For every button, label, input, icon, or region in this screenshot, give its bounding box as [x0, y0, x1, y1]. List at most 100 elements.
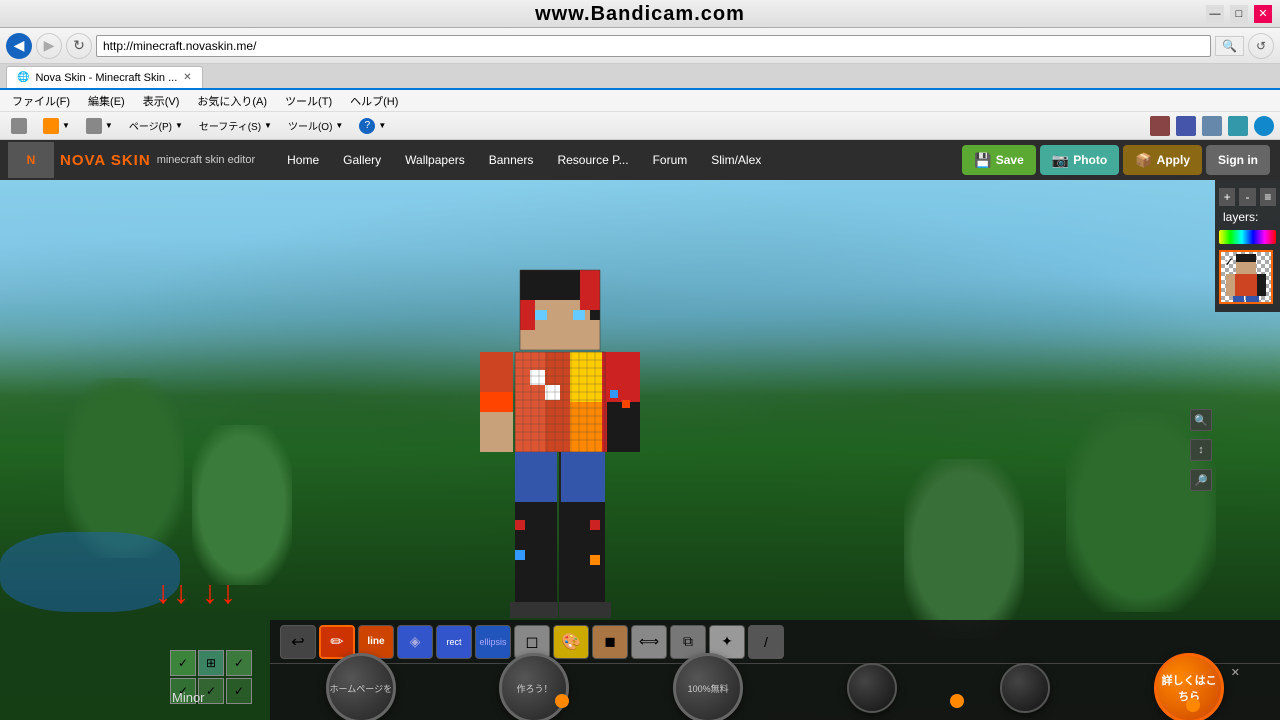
- color-picker-button[interactable]: 🎨: [553, 625, 589, 659]
- close-button[interactable]: ✕: [1254, 5, 1272, 23]
- water: [0, 532, 180, 612]
- menu-file[interactable]: ファイル(F): [4, 91, 78, 111]
- undo-icon: ↩: [291, 632, 304, 652]
- body-white2: [545, 385, 560, 400]
- feed-icon: [43, 118, 59, 134]
- menu-help[interactable]: ヘルプ(H): [342, 91, 406, 111]
- toolbar-help[interactable]: ? ▼: [352, 115, 393, 137]
- print-icon: [86, 118, 102, 134]
- ad-circle-2[interactable]: 作ろう！: [499, 653, 569, 720]
- fill-tool-button[interactable]: ◈: [397, 625, 433, 659]
- reload-button[interactable]: ↺: [1248, 33, 1274, 59]
- photo-icon: 📷: [1052, 152, 1069, 169]
- ad-close-button[interactable]: ✕: [1231, 666, 1240, 679]
- zoom-controls: 🔍 ↕ 🔎: [1190, 409, 1212, 491]
- undo-button[interactable]: ↩: [280, 625, 316, 659]
- zoom-out-button[interactable]: 🔎: [1190, 469, 1212, 491]
- tree-left: [64, 378, 184, 558]
- maximize-button[interactable]: □: [1230, 5, 1248, 23]
- layer-icon-1[interactable]: ✓: [170, 650, 196, 676]
- layer-thumbnail[interactable]: ✓: [1219, 250, 1273, 304]
- nav-banners[interactable]: Banners: [477, 140, 546, 180]
- tools2-label: ツール(O): [288, 118, 332, 133]
- signin-label: Sign in: [1218, 153, 1258, 167]
- zoom-fit-button[interactable]: 🔍: [1190, 409, 1212, 431]
- pen-icon: /: [764, 634, 768, 650]
- nav-gallery[interactable]: Gallery: [331, 140, 393, 180]
- leg-left-top: [515, 452, 557, 502]
- main-content: ↓↓ ↓↓ ✓ ⊞ ✓ ✓ ✓ ✓ Parts ✓ show grid Mirr…: [0, 180, 1280, 720]
- nav-forum[interactable]: Forum: [641, 140, 700, 180]
- toolbar-page[interactable]: ページ(P) ▼: [122, 115, 190, 137]
- ad-circle-2-text: 作ろう！: [516, 682, 552, 695]
- ie-icon1[interactable]: [1150, 116, 1170, 136]
- menu-bar: ファイル(F) 編集(E) 表示(V) お気に入り(A) ツール(T) ヘルプ(…: [0, 90, 1280, 112]
- active-tab[interactable]: 🌐 Nova Skin - Minecraft Skin ... ✕: [6, 66, 203, 88]
- toolbar-tools2[interactable]: ツール(O) ▼: [281, 115, 350, 137]
- save-label: Save: [996, 153, 1024, 167]
- ellipse-tool-button[interactable]: ellipsis: [475, 625, 511, 659]
- ie-toolbar: ▼ ▼ ページ(P) ▼ セーフティ(S) ▼ ツール(O) ▼ ? ▼: [0, 112, 1280, 140]
- stamp-tool-button[interactable]: ◼: [592, 625, 628, 659]
- url-bar[interactable]: [96, 35, 1211, 57]
- menu-favorites[interactable]: お気に入り(A): [189, 91, 275, 111]
- apply-label: Apply: [1157, 153, 1190, 167]
- ie-icon3[interactable]: [1202, 116, 1222, 136]
- layer-icon-3[interactable]: ✓: [226, 650, 252, 676]
- ad-circle-3[interactable]: 100%無料: [673, 653, 743, 720]
- refresh-button[interactable]: ↻: [66, 33, 92, 59]
- photo-button[interactable]: 📷 Photo: [1040, 145, 1119, 175]
- mirror-tool-button[interactable]: ⟺: [631, 625, 667, 659]
- nav-home[interactable]: Home: [275, 140, 331, 180]
- rect-tool-button[interactable]: rect: [436, 625, 472, 659]
- pen-tool-button[interactable]: /: [748, 625, 784, 659]
- window-controls[interactable]: — □ ✕: [1206, 5, 1272, 23]
- nav-resource[interactable]: Resource P...: [545, 140, 640, 180]
- down-arrows: ↓↓ ↓↓: [155, 570, 238, 612]
- ad-circle-small1[interactable]: [847, 663, 897, 713]
- leg-left-red1: [515, 520, 525, 530]
- ie-icon4[interactable]: [1228, 116, 1248, 136]
- pencil-tool-button[interactable]: ✏: [319, 625, 355, 659]
- layer-icon-2[interactable]: ⊞: [198, 650, 224, 676]
- menu-edit[interactable]: 編集(E): [80, 91, 133, 111]
- add-layer-button[interactable]: +: [1219, 188, 1235, 206]
- ad-circle-1[interactable]: ホームページを: [326, 653, 396, 720]
- eraser-icon: ◻: [525, 632, 538, 652]
- main-nav: Home Gallery Wallpapers Banners Resource…: [275, 140, 960, 180]
- signin-button[interactable]: Sign in: [1206, 145, 1270, 175]
- nav-slim[interactable]: Slim/Alex: [699, 140, 773, 180]
- toolbar-print[interactable]: ▼: [79, 115, 120, 137]
- ie-icon5[interactable]: [1254, 116, 1274, 136]
- minor-text: Minor: [172, 690, 205, 705]
- tab-close-button[interactable]: ✕: [183, 72, 191, 83]
- foot-right: [559, 602, 611, 618]
- ad-circle-small2[interactable]: [1000, 663, 1050, 713]
- ad-row: ✕ ホームページを 作ろう！ 100%無料 詳しくはこちら: [270, 664, 1280, 720]
- back-button[interactable]: ◀: [6, 33, 32, 59]
- search-button[interactable]: 🔍: [1215, 36, 1244, 56]
- apply-button[interactable]: 📦 Apply: [1123, 145, 1202, 175]
- arrow-icon: ↓↓ ↓↓: [155, 574, 238, 610]
- menu-view[interactable]: 表示(V): [135, 91, 188, 111]
- body-fire-top: [570, 352, 605, 402]
- browser-titlebar: www.Bandicam.com — □ ✕: [0, 0, 1280, 28]
- layer-menu-button[interactable]: ≡: [1260, 188, 1276, 206]
- toolbar-safety[interactable]: セーフティ(S) ▼: [192, 115, 279, 137]
- save-button[interactable]: 💾 Save: [962, 145, 1035, 175]
- nav-wallpapers[interactable]: Wallpapers: [393, 140, 477, 180]
- head-red1: [580, 270, 600, 310]
- ie-icon2[interactable]: [1176, 116, 1196, 136]
- ad-circle-3-text: 100%無料: [688, 682, 729, 695]
- zoom-vertical-button[interactable]: ↕: [1190, 439, 1212, 461]
- remove-layer-button[interactable]: -: [1239, 188, 1255, 206]
- layer-icon-6[interactable]: ✓: [226, 678, 252, 704]
- toolbar-home[interactable]: [4, 115, 34, 137]
- watermark: www.Bandicam.com: [535, 0, 745, 28]
- tools-row: ↩ ✏ line ◈ rect ellipsis ◻: [270, 620, 1280, 664]
- minimize-button[interactable]: —: [1206, 5, 1224, 23]
- tree-left2: [192, 425, 292, 585]
- menu-tools[interactable]: ツール(T): [277, 91, 340, 111]
- toolbar-feed[interactable]: ▼: [36, 115, 77, 137]
- forward-button[interactable]: ▶: [36, 33, 62, 59]
